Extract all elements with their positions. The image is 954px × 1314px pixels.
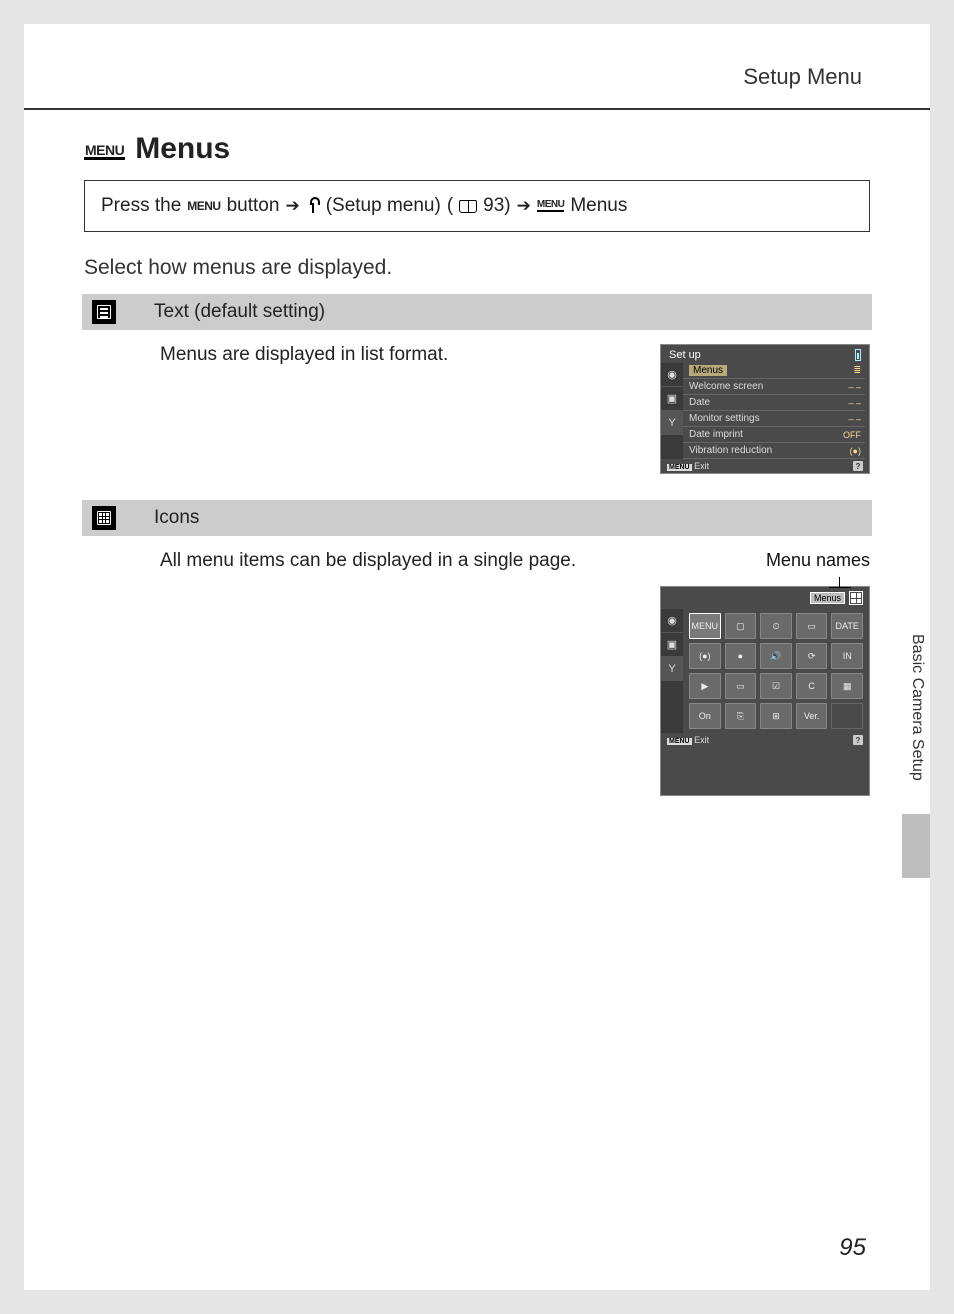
menu-names-callout: Menu names <box>766 550 870 571</box>
section-heading: Menus <box>135 132 230 166</box>
callout-line <box>829 587 851 588</box>
side-tab-label: Basic Camera Setup <box>904 624 930 791</box>
nav-page-ref: 93) <box>483 195 510 217</box>
help-icon: ? <box>853 735 863 745</box>
grid-cell-empty <box>831 703 863 729</box>
battery-icon <box>855 349 861 361</box>
option-text-label: Text (default setting) <box>154 301 325 323</box>
grid-cell: Ver. <box>796 703 828 729</box>
option-text-desc: Menus are displayed in list format. <box>160 344 640 366</box>
list-row: Menus ≣ <box>683 363 865 379</box>
setup-tab-icon: Y <box>661 411 683 435</box>
option-text-header: Text (default setting) <box>82 294 872 330</box>
grid-cell: ● <box>725 643 757 669</box>
header-rule <box>24 108 930 110</box>
callout-line <box>839 577 840 587</box>
grid-cell: On <box>689 703 721 729</box>
menu-underline-small-icon: MENU <box>537 200 564 212</box>
list-row: Date – – <box>683 395 865 411</box>
menu-underline-icon: MENU <box>84 143 125 160</box>
nav-button-word: button <box>227 195 280 217</box>
grid-cell: IN <box>831 643 863 669</box>
exit-label: Exit <box>694 461 709 471</box>
setup-tab-icon: Y <box>661 657 683 681</box>
grid-cell: ⏲ <box>760 613 792 639</box>
list-row: Date imprint OFF <box>683 427 865 443</box>
help-icon: ? <box>853 461 863 471</box>
grid-cell: ☑ <box>760 673 792 699</box>
menu-button-label: MENU <box>187 199 220 213</box>
arrow-icon: ➔ <box>517 196 531 216</box>
screenshot-list: Menus ≣ Welcome screen – – Date – – Mo <box>683 363 869 459</box>
nav-final: Menus <box>570 195 627 217</box>
menu-badge-icon: MENU <box>667 464 692 471</box>
playback-tab-icon: ▣ <box>661 387 683 411</box>
grid-cell: ▢ <box>725 613 757 639</box>
screenshot-sidebar: ◉ ▣ Y <box>661 609 683 733</box>
grid-cell: ▭ <box>796 613 828 639</box>
grid-cell: ▭ <box>725 673 757 699</box>
wrench-icon <box>306 197 320 215</box>
screenshot-list-title: Set up <box>669 349 701 361</box>
grid-cell: C <box>796 673 828 699</box>
section-title: MENU Menus <box>84 132 870 166</box>
grid-cell: ▦ <box>831 673 863 699</box>
grid-cell: ⎘ <box>725 703 757 729</box>
list-row: Vibration reduction (●) <box>683 443 865 459</box>
menu-badge-icon: MENU <box>667 738 692 745</box>
text-list-icon <box>92 300 116 324</box>
list-row: Monitor settings – – <box>683 411 865 427</box>
grid-cell: MENU <box>689 613 721 639</box>
side-tab-indicator <box>902 814 930 878</box>
screenshot-icons-title: Menus <box>810 592 845 604</box>
grid-cell: ⟳ <box>796 643 828 669</box>
grid-cell: DATE <box>831 613 863 639</box>
chapter-title: Setup Menu <box>84 64 870 90</box>
screenshot-sidebar: ◉ ▣ Y <box>661 363 683 459</box>
nav-page-ref-open: ( <box>447 195 453 217</box>
screenshot-icon-grid: MENU ▢ ⏲ ▭ DATE (●) ● 🔊 ⟳ IN ▶ ▭ <box>683 609 869 733</box>
option-icons-label: Icons <box>154 507 199 529</box>
grid-mode-icon <box>849 591 863 605</box>
grid-cell: (●) <box>689 643 721 669</box>
screenshot-list-mode: Set up ◉ ▣ Y Menus ≣ <box>660 344 870 474</box>
camera-tab-icon: ◉ <box>661 609 683 633</box>
screenshot-icons-mode: Menus ◉ ▣ Y MENU ▢ ⏲ <box>660 586 870 796</box>
list-row: Welcome screen – – <box>683 379 865 395</box>
option-icons-desc: All menu items can be displayed in a sin… <box>160 550 640 572</box>
camera-tab-icon: ◉ <box>661 363 683 387</box>
navigation-path-box: Press the MENU button ➔ (Setup menu) ( 9… <box>84 180 870 232</box>
arrow-icon: ➔ <box>285 196 299 216</box>
icons-grid-icon <box>92 506 116 530</box>
grid-cell: ▶ <box>689 673 721 699</box>
playback-tab-icon: ▣ <box>661 633 683 657</box>
book-icon <box>459 200 477 213</box>
nav-prefix: Press the <box>101 195 181 217</box>
grid-cell: ⊞ <box>760 703 792 729</box>
option-icons-header: Icons <box>82 500 872 536</box>
grid-cell: 🔊 <box>760 643 792 669</box>
intro-text: Select how menus are displayed. <box>84 256 870 280</box>
page-number: 95 <box>839 1234 866 1262</box>
exit-label: Exit <box>694 735 709 745</box>
nav-setup-label: (Setup menu) <box>326 195 441 217</box>
